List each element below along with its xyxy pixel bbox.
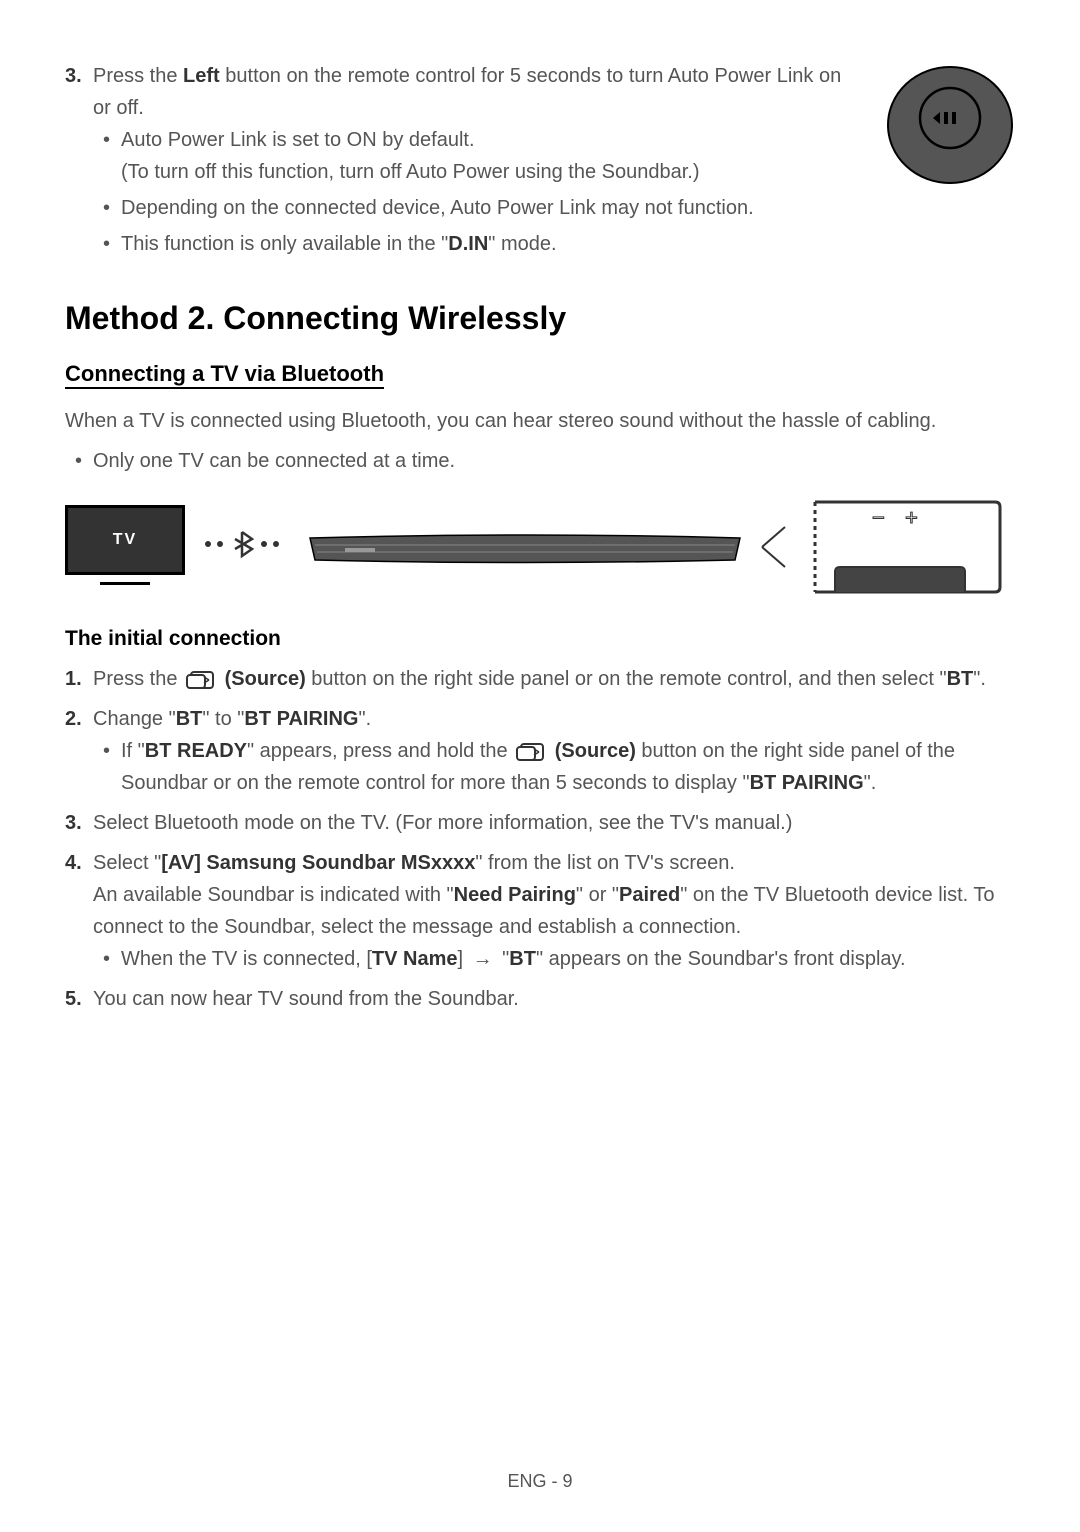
- continuation-list: 3. Press the Left button on the remote c…: [65, 60, 1015, 260]
- subsubsection-heading: The initial connection: [65, 627, 1015, 651]
- tv-illustration: TV: [65, 505, 185, 590]
- text: " from the list on TV's screen.: [475, 852, 735, 874]
- step-2: 2. Change "BT" to "BT PAIRING". If "BT R…: [93, 703, 1015, 799]
- step3-bullets: Auto Power Link is set to ON by default.…: [93, 124, 855, 260]
- text: Select Bluetooth mode on the TV. (For mo…: [93, 812, 792, 834]
- step-number: 2.: [65, 703, 82, 735]
- text: (To turn off this function, turn off Aut…: [121, 161, 700, 183]
- connector-line: [760, 522, 790, 572]
- bullet-item: Auto Power Link is set to ON by default.…: [121, 124, 855, 188]
- panel-icon: − +: [805, 497, 1005, 597]
- text: ": [497, 948, 510, 970]
- initial-connection-steps: 1. Press the (Source) button on the righ…: [65, 663, 1015, 1015]
- step-5: 5. You can now hear TV sound from the So…: [93, 983, 1015, 1015]
- step2-bullets: If "BT READY" appears, press and hold th…: [93, 735, 1015, 799]
- page-content: 3. Press the Left button on the remote c…: [65, 60, 1015, 1015]
- text-bold: TV Name: [372, 948, 458, 970]
- step-3-item: 3. Press the Left button on the remote c…: [93, 60, 1015, 260]
- text-bold: BT PAIRING: [750, 772, 864, 794]
- tv-stand: [100, 577, 150, 585]
- step-number: 3.: [65, 60, 82, 92]
- section-heading: Method 2. Connecting Wirelessly: [65, 300, 1015, 337]
- text-bold: Paired: [619, 884, 680, 906]
- text: Press the: [93, 668, 183, 690]
- tv-label: TV: [113, 531, 137, 549]
- step-number: 5.: [65, 983, 82, 1015]
- bullet-item: When the TV is connected, [TV Name] → "B…: [121, 943, 1015, 975]
- bullet-item: Depending on the connected device, Auto …: [121, 192, 855, 224]
- step-number: 4.: [65, 847, 82, 879]
- source-icon: [185, 669, 217, 691]
- text: Auto Power Link is set to ON by default.: [121, 129, 475, 151]
- text: ]: [457, 948, 468, 970]
- tv-screen: TV: [65, 505, 185, 575]
- subsection-heading: Connecting a TV via Bluetooth: [65, 361, 384, 389]
- bullet-item: If "BT READY" appears, press and hold th…: [121, 735, 1015, 799]
- bullet-item: This function is only available in the "…: [121, 228, 855, 260]
- text-bold: Left: [183, 65, 220, 87]
- text-bold: D.IN: [448, 233, 488, 255]
- text: When the TV is connected, [: [121, 948, 372, 970]
- side-panel-illustration: − +: [805, 497, 1005, 597]
- text-bold: (Source): [219, 668, 306, 690]
- text-bold: BT READY: [145, 740, 247, 762]
- svg-text:+: +: [905, 505, 918, 530]
- bluetooth-symbol: [200, 529, 290, 566]
- text: ".: [864, 772, 877, 794]
- text-bold: [AV] Samsung Soundbar MSxxxx: [161, 852, 475, 874]
- text: Press the: [93, 65, 183, 87]
- bullet-item: Only one TV can be connected at a time.: [93, 445, 1015, 477]
- text: Select ": [93, 852, 161, 874]
- text: If ": [121, 740, 145, 762]
- soundbar-icon: [305, 530, 745, 565]
- connection-diagram: TV: [65, 497, 1015, 597]
- step-3: 3. Select Bluetooth mode on the TV. (For…: [93, 807, 1015, 839]
- text: " appears on the Soundbar's front displa…: [536, 948, 906, 970]
- text: button on the right side panel or on the…: [306, 668, 947, 690]
- step-number: 3.: [65, 807, 82, 839]
- step4-bullets: When the TV is connected, [TV Name] → "B…: [93, 943, 1015, 975]
- text: An available Soundbar is indicated with …: [93, 884, 454, 906]
- step-1: 1. Press the (Source) button on the righ…: [93, 663, 1015, 695]
- intro-paragraph: When a TV is connected using Bluetooth, …: [65, 405, 1015, 437]
- source-icon: [515, 741, 547, 763]
- text: " to ": [202, 708, 244, 730]
- intro-bullets: Only one TV can be connected at a time.: [65, 445, 1015, 477]
- text: ".: [973, 668, 986, 690]
- step-number: 1.: [65, 663, 82, 695]
- text: You can now hear TV sound from the Sound…: [93, 988, 519, 1010]
- text: Change ": [93, 708, 176, 730]
- soundbar-illustration: [305, 530, 745, 565]
- text-bold: Need Pairing: [454, 884, 576, 906]
- text: ".: [358, 708, 371, 730]
- text: This function is only available in the ": [121, 233, 448, 255]
- arrow-icon: →: [473, 943, 493, 975]
- text-bold: BT PAIRING: [244, 708, 358, 730]
- text-bold: BT: [947, 668, 974, 690]
- text: " appears, press and hold the: [247, 740, 513, 762]
- text: Depending on the connected device, Auto …: [121, 197, 754, 219]
- text: " mode.: [488, 233, 556, 255]
- text-bold: (Source): [549, 740, 636, 762]
- page-footer: ENG - 9: [0, 1471, 1080, 1492]
- bluetooth-icon: [200, 529, 290, 559]
- text-bold: BT: [176, 708, 203, 730]
- text: " or ": [576, 884, 619, 906]
- svg-text:−: −: [872, 505, 885, 530]
- text-bold: BT: [509, 948, 536, 970]
- step-4: 4. Select "[AV] Samsung Soundbar MSxxxx"…: [93, 847, 1015, 975]
